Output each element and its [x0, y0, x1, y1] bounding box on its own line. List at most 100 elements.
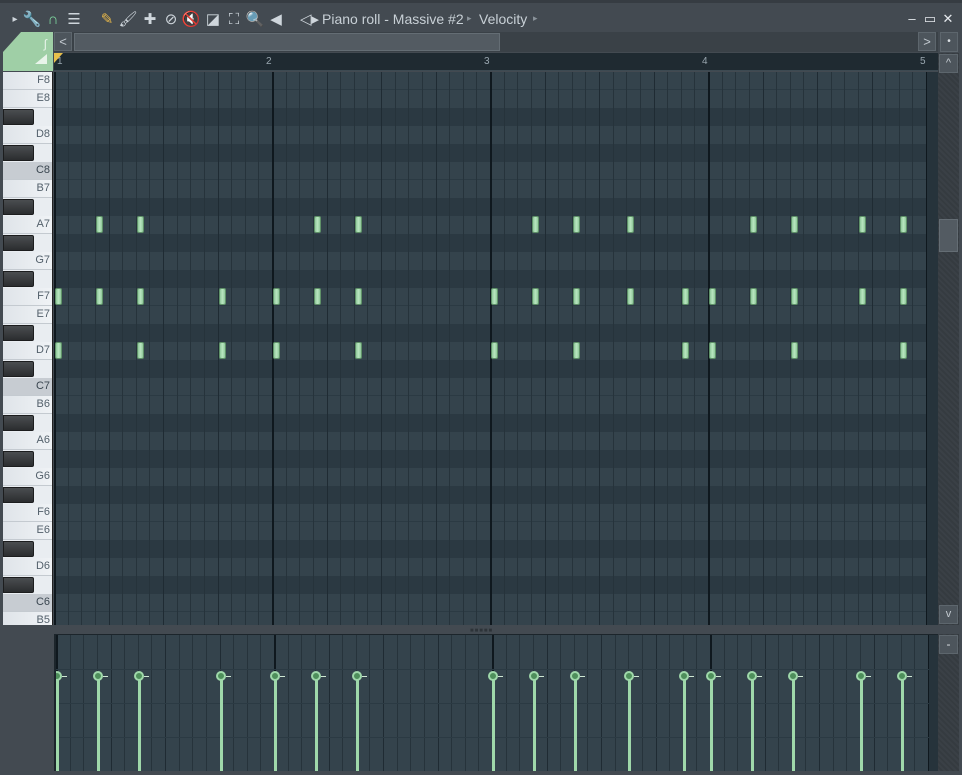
note[interactable]: [354, 342, 362, 359]
close-button[interactable]: ✕: [941, 11, 955, 27]
note[interactable]: [899, 288, 907, 305]
velocity-handle[interactable]: [706, 670, 716, 681]
note[interactable]: [572, 342, 580, 359]
note[interactable]: [313, 288, 321, 305]
velocity-stem[interactable]: [750, 675, 754, 771]
note[interactable]: [709, 288, 716, 305]
tool-tab[interactable]: ∫: [3, 32, 53, 71]
timeline-ruler[interactable]: 12345: [54, 53, 938, 71]
delete-icon[interactable]: ⊘: [162, 9, 180, 29]
piano-key-black[interactable]: [3, 325, 34, 341]
note[interactable]: [572, 288, 580, 305]
velocity-handle[interactable]: [56, 670, 62, 681]
lane-splitter[interactable]: ■■■■■: [0, 625, 962, 634]
note[interactable]: [273, 342, 280, 359]
note[interactable]: [790, 216, 798, 233]
velocity-stem[interactable]: [355, 675, 359, 771]
velocity-handle[interactable]: [569, 670, 580, 681]
velocity-handle[interactable]: [488, 670, 498, 681]
note[interactable]: [354, 288, 362, 305]
piano-key-black[interactable]: [3, 145, 34, 161]
note[interactable]: [858, 288, 866, 305]
note[interactable]: [95, 288, 103, 305]
velocity-stem[interactable]: [859, 675, 863, 771]
note[interactable]: [136, 216, 144, 233]
velocity-handle[interactable]: [92, 670, 103, 681]
velocity-handle[interactable]: [351, 670, 362, 681]
velocity-lane-scrollbar[interactable]: -: [938, 634, 959, 771]
piano-key-black[interactable]: [3, 199, 34, 215]
velocity-stem[interactable]: [532, 675, 536, 771]
note[interactable]: [627, 216, 635, 233]
horizontal-scroll-thumb[interactable]: [74, 33, 500, 51]
velocity-handle[interactable]: [310, 670, 321, 681]
note[interactable]: [899, 342, 907, 359]
scroll-left-button[interactable]: <: [54, 32, 72, 51]
pencil-icon[interactable]: ✎: [98, 9, 116, 29]
scroll-down-button[interactable]: v: [939, 605, 958, 624]
note[interactable]: [531, 288, 539, 305]
note[interactable]: [55, 288, 62, 305]
velocity-handle[interactable]: [133, 670, 144, 681]
velocity-stem[interactable]: [56, 675, 59, 771]
paint-brush-icon[interactable]: 🖌: [118, 9, 137, 29]
note[interactable]: [572, 216, 580, 233]
velocity-stem[interactable]: [682, 675, 686, 771]
menu-arrow-icon[interactable]: ▸: [6, 9, 24, 29]
velocity-handle[interactable]: [746, 670, 757, 681]
velocity-handle[interactable]: [896, 670, 907, 681]
piano-key-black[interactable]: [3, 451, 34, 467]
playhead-marker[interactable]: [54, 53, 63, 63]
note[interactable]: [136, 342, 144, 359]
zoom-icon[interactable]: 🔍: [246, 9, 265, 29]
vertical-scrollbar[interactable]: ^ v: [938, 53, 959, 625]
slice-icon[interactable]: ◪: [204, 9, 222, 29]
velocity-stem[interactable]: [900, 675, 904, 771]
corner-button[interactable]: •: [940, 32, 958, 52]
velocity-handle[interactable]: [787, 670, 798, 681]
note[interactable]: [491, 342, 498, 359]
velocity-handle[interactable]: [270, 670, 280, 681]
minimize-button[interactable]: –: [905, 11, 919, 26]
note[interactable]: [136, 288, 144, 305]
note[interactable]: [749, 288, 757, 305]
note[interactable]: [273, 288, 280, 305]
mute-icon[interactable]: 🔇: [182, 9, 201, 29]
note[interactable]: [681, 342, 689, 359]
piano-key-black[interactable]: [3, 361, 34, 377]
maximize-button[interactable]: ▭: [923, 11, 937, 27]
piano-key-black[interactable]: [3, 541, 34, 557]
playback-icon[interactable]: ◀: [267, 9, 285, 29]
piano-key-black[interactable]: [3, 487, 34, 503]
note[interactable]: [709, 342, 716, 359]
velocity-lane[interactable]: [54, 634, 938, 771]
wrench-icon[interactable]: 🔧: [23, 9, 42, 29]
scroll-right-button[interactable]: >: [918, 32, 936, 51]
velocity-stem[interactable]: [710, 675, 713, 771]
piano-key-black[interactable]: [3, 235, 34, 251]
target-menu-arrow-icon[interactable]: ▸: [533, 13, 538, 24]
note[interactable]: [790, 342, 798, 359]
velocity-handle[interactable]: [215, 670, 226, 681]
note[interactable]: [354, 216, 362, 233]
piano-keyboard[interactable]: F8 E8 D8 C8 B7 A7 G7 F7 E7 D7 C7 B6 A6 G6 F6 E6 D6 C6 B5: [3, 72, 53, 625]
note[interactable]: [790, 288, 798, 305]
piano-key-black[interactable]: [3, 415, 34, 431]
note[interactable]: [95, 216, 103, 233]
vertical-scroll-thumb[interactable]: [939, 219, 958, 252]
note[interactable]: [491, 288, 498, 305]
velocity-handle[interactable]: [528, 670, 539, 681]
velocity-stem[interactable]: [314, 675, 318, 771]
note[interactable]: [627, 288, 635, 305]
velocity-stem[interactable]: [219, 675, 223, 771]
velocity-handle[interactable]: [624, 670, 635, 681]
velocity-stem[interactable]: [573, 675, 577, 771]
velocity-stem[interactable]: [274, 675, 277, 771]
note[interactable]: [218, 288, 226, 305]
snap-menu-icon[interactable]: ☰: [65, 9, 83, 29]
horizontal-scrollbar[interactable]: < >: [54, 32, 938, 52]
note[interactable]: [749, 216, 757, 233]
speaker-icon[interactable]: ◁▸: [300, 9, 319, 29]
piano-key-black[interactable]: [3, 109, 34, 125]
note-grid[interactable]: [54, 72, 938, 625]
